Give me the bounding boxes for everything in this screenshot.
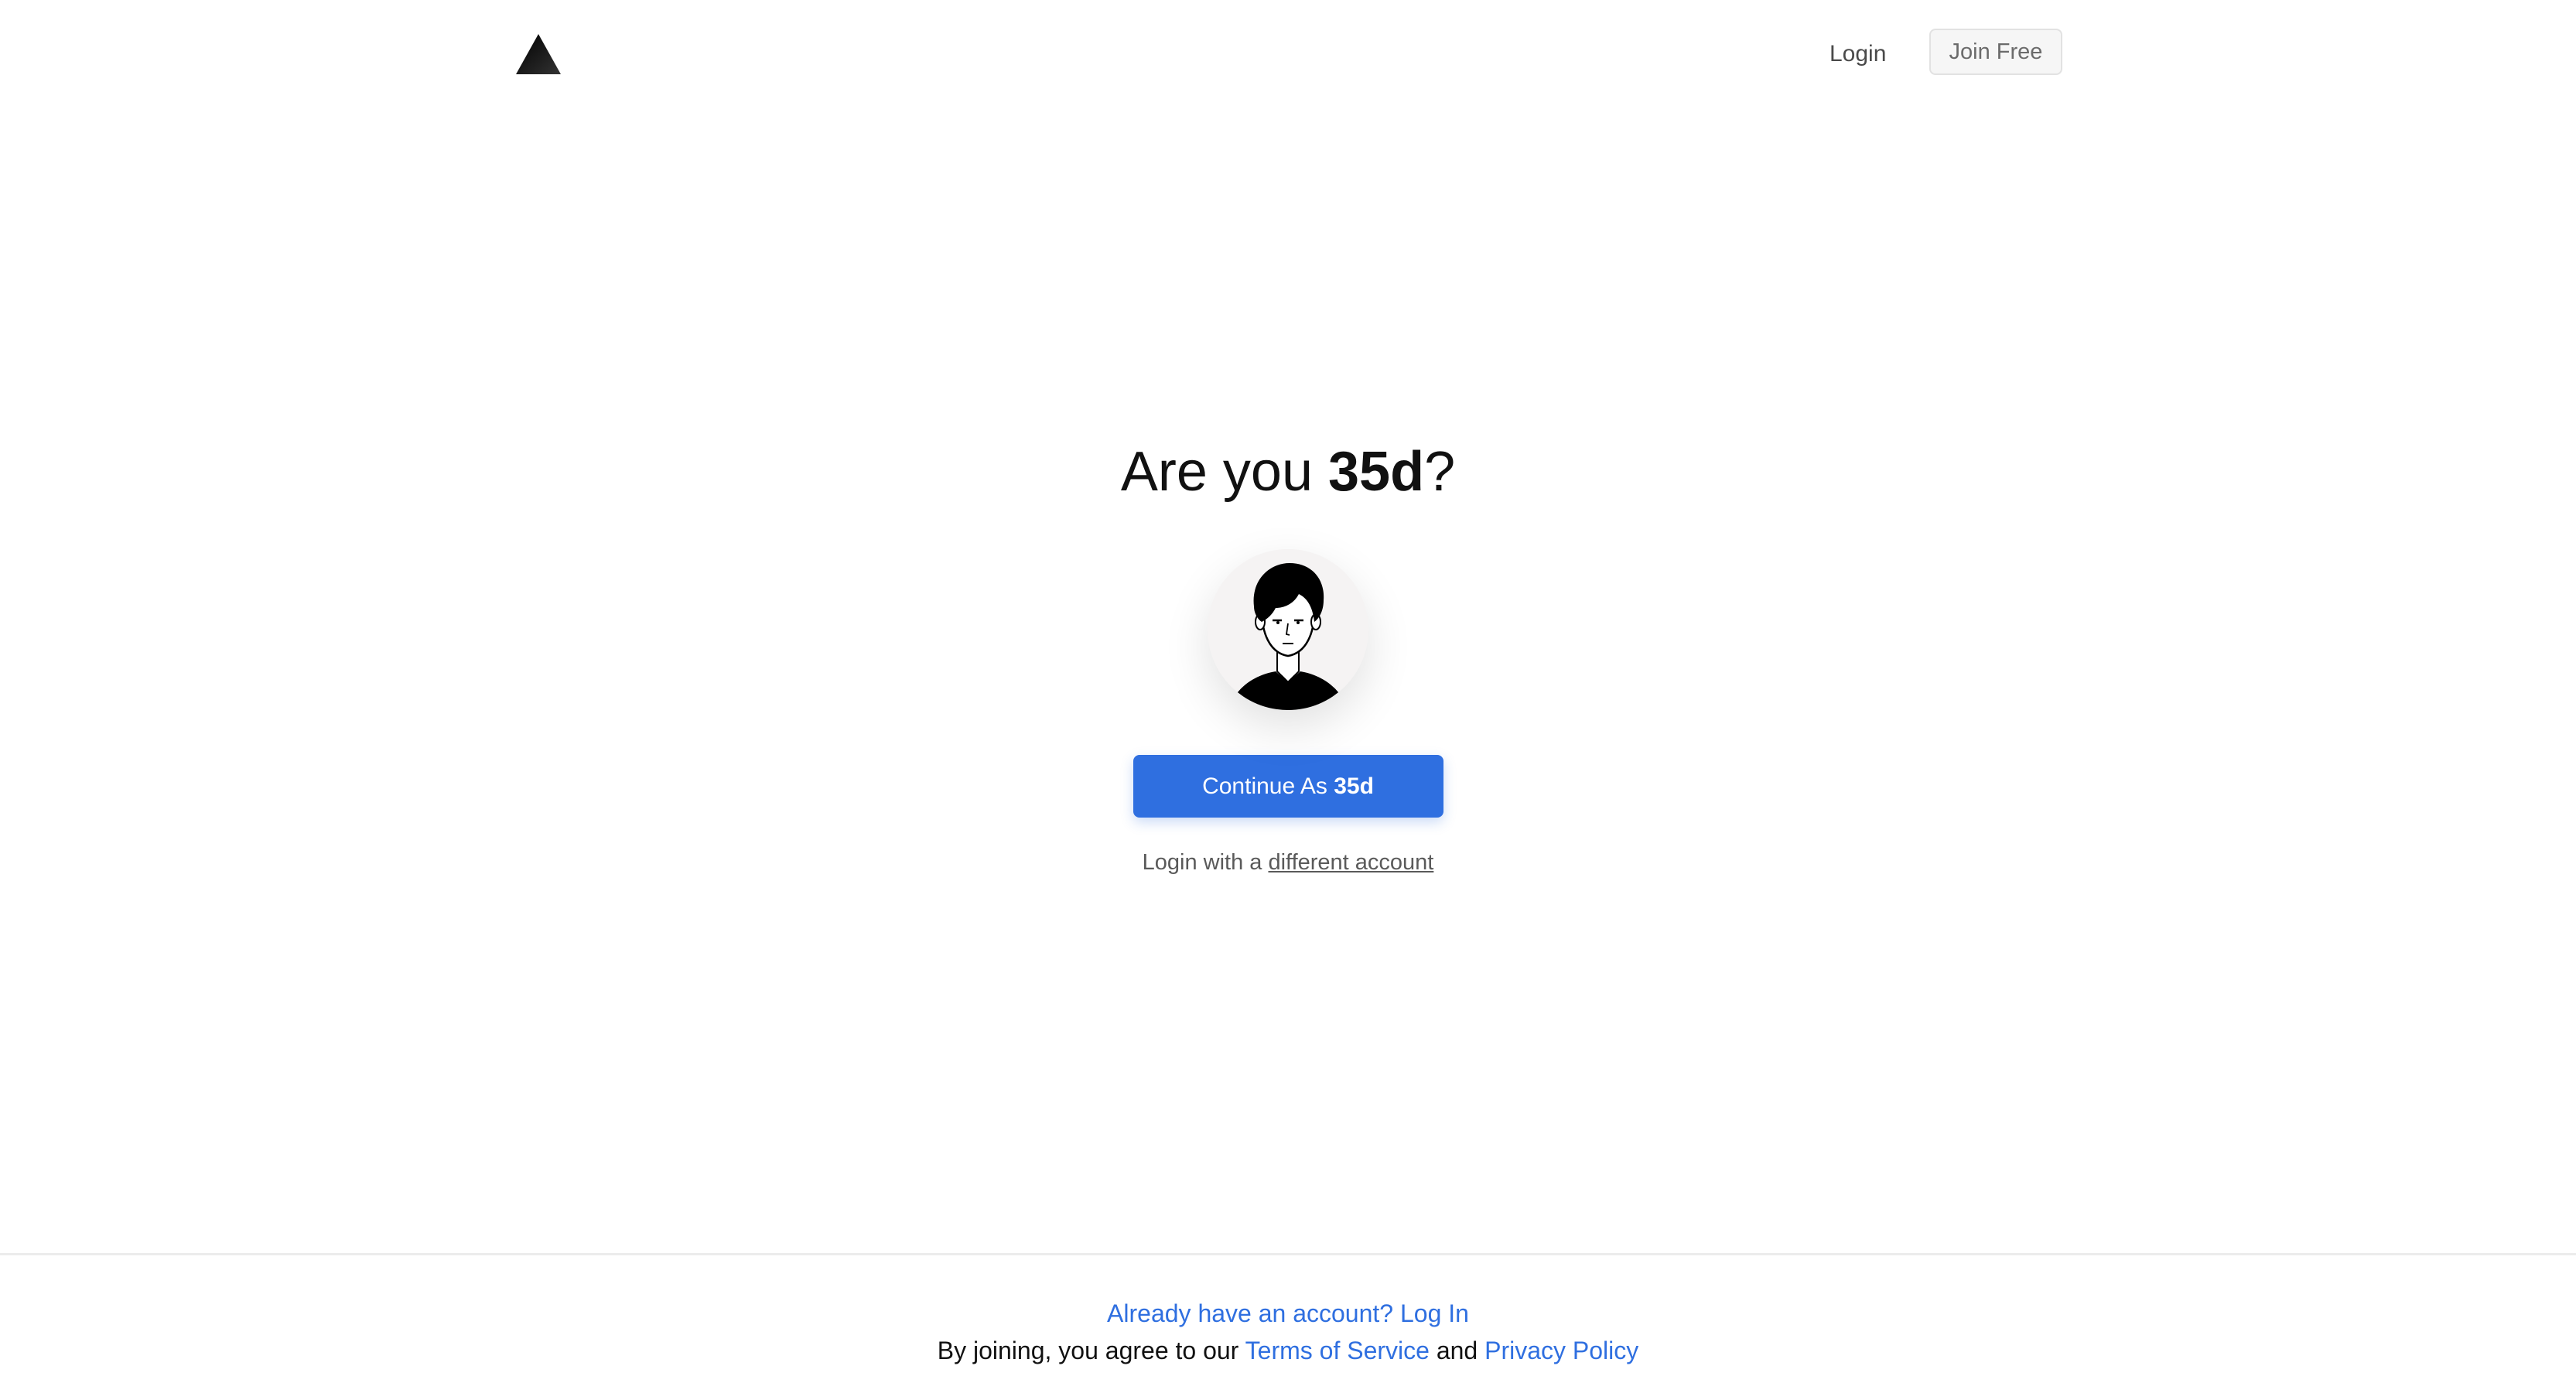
page-title: Are you 35d? [0, 433, 2576, 510]
footer: Already have an account? Log In By joini… [0, 1253, 2576, 1400]
continue-username: 35d [1334, 773, 1374, 799]
user-avatar-illustration [1208, 549, 1368, 710]
join-free-button[interactable]: Join Free [1929, 29, 2062, 75]
different-account-link[interactable]: different account [1268, 850, 1433, 875]
title-prefix: Are you [1120, 441, 1328, 503]
terms-and: and [1429, 1337, 1485, 1364]
continue-as-button[interactable]: Continue As 35d [1133, 755, 1443, 818]
footer-login-line: Already have an account? Log In [0, 1296, 2576, 1331]
nav-login-link[interactable]: Login [1822, 37, 1894, 71]
alt-login-text: Login with a [1142, 850, 1269, 875]
continue-label: Continue As [1202, 773, 1334, 799]
header: Login Join Free [0, 0, 2576, 108]
alt-login-line: Login with a different account [0, 847, 2576, 878]
terms-prefix: By joining, you agree to our [937, 1337, 1245, 1364]
terms-of-service-link[interactable]: Terms of Service [1245, 1337, 1430, 1364]
login-page: Login Join Free Are you 35d? Continue As… [0, 0, 2576, 1400]
footer-login-link[interactable]: Already have an account? Log In [1107, 1299, 1469, 1327]
account-confirm: Are you 35d? Continue As 35d Login with … [0, 433, 2576, 878]
privacy-policy-link[interactable]: Privacy Policy [1484, 1337, 1638, 1364]
title-username: 35d [1328, 441, 1425, 503]
title-suffix: ? [1424, 441, 1456, 503]
footer-terms-line: By joining, you agree to our Terms of Se… [0, 1331, 2576, 1370]
avatar [1208, 549, 1368, 710]
triangle-logo-icon[interactable] [516, 34, 561, 74]
